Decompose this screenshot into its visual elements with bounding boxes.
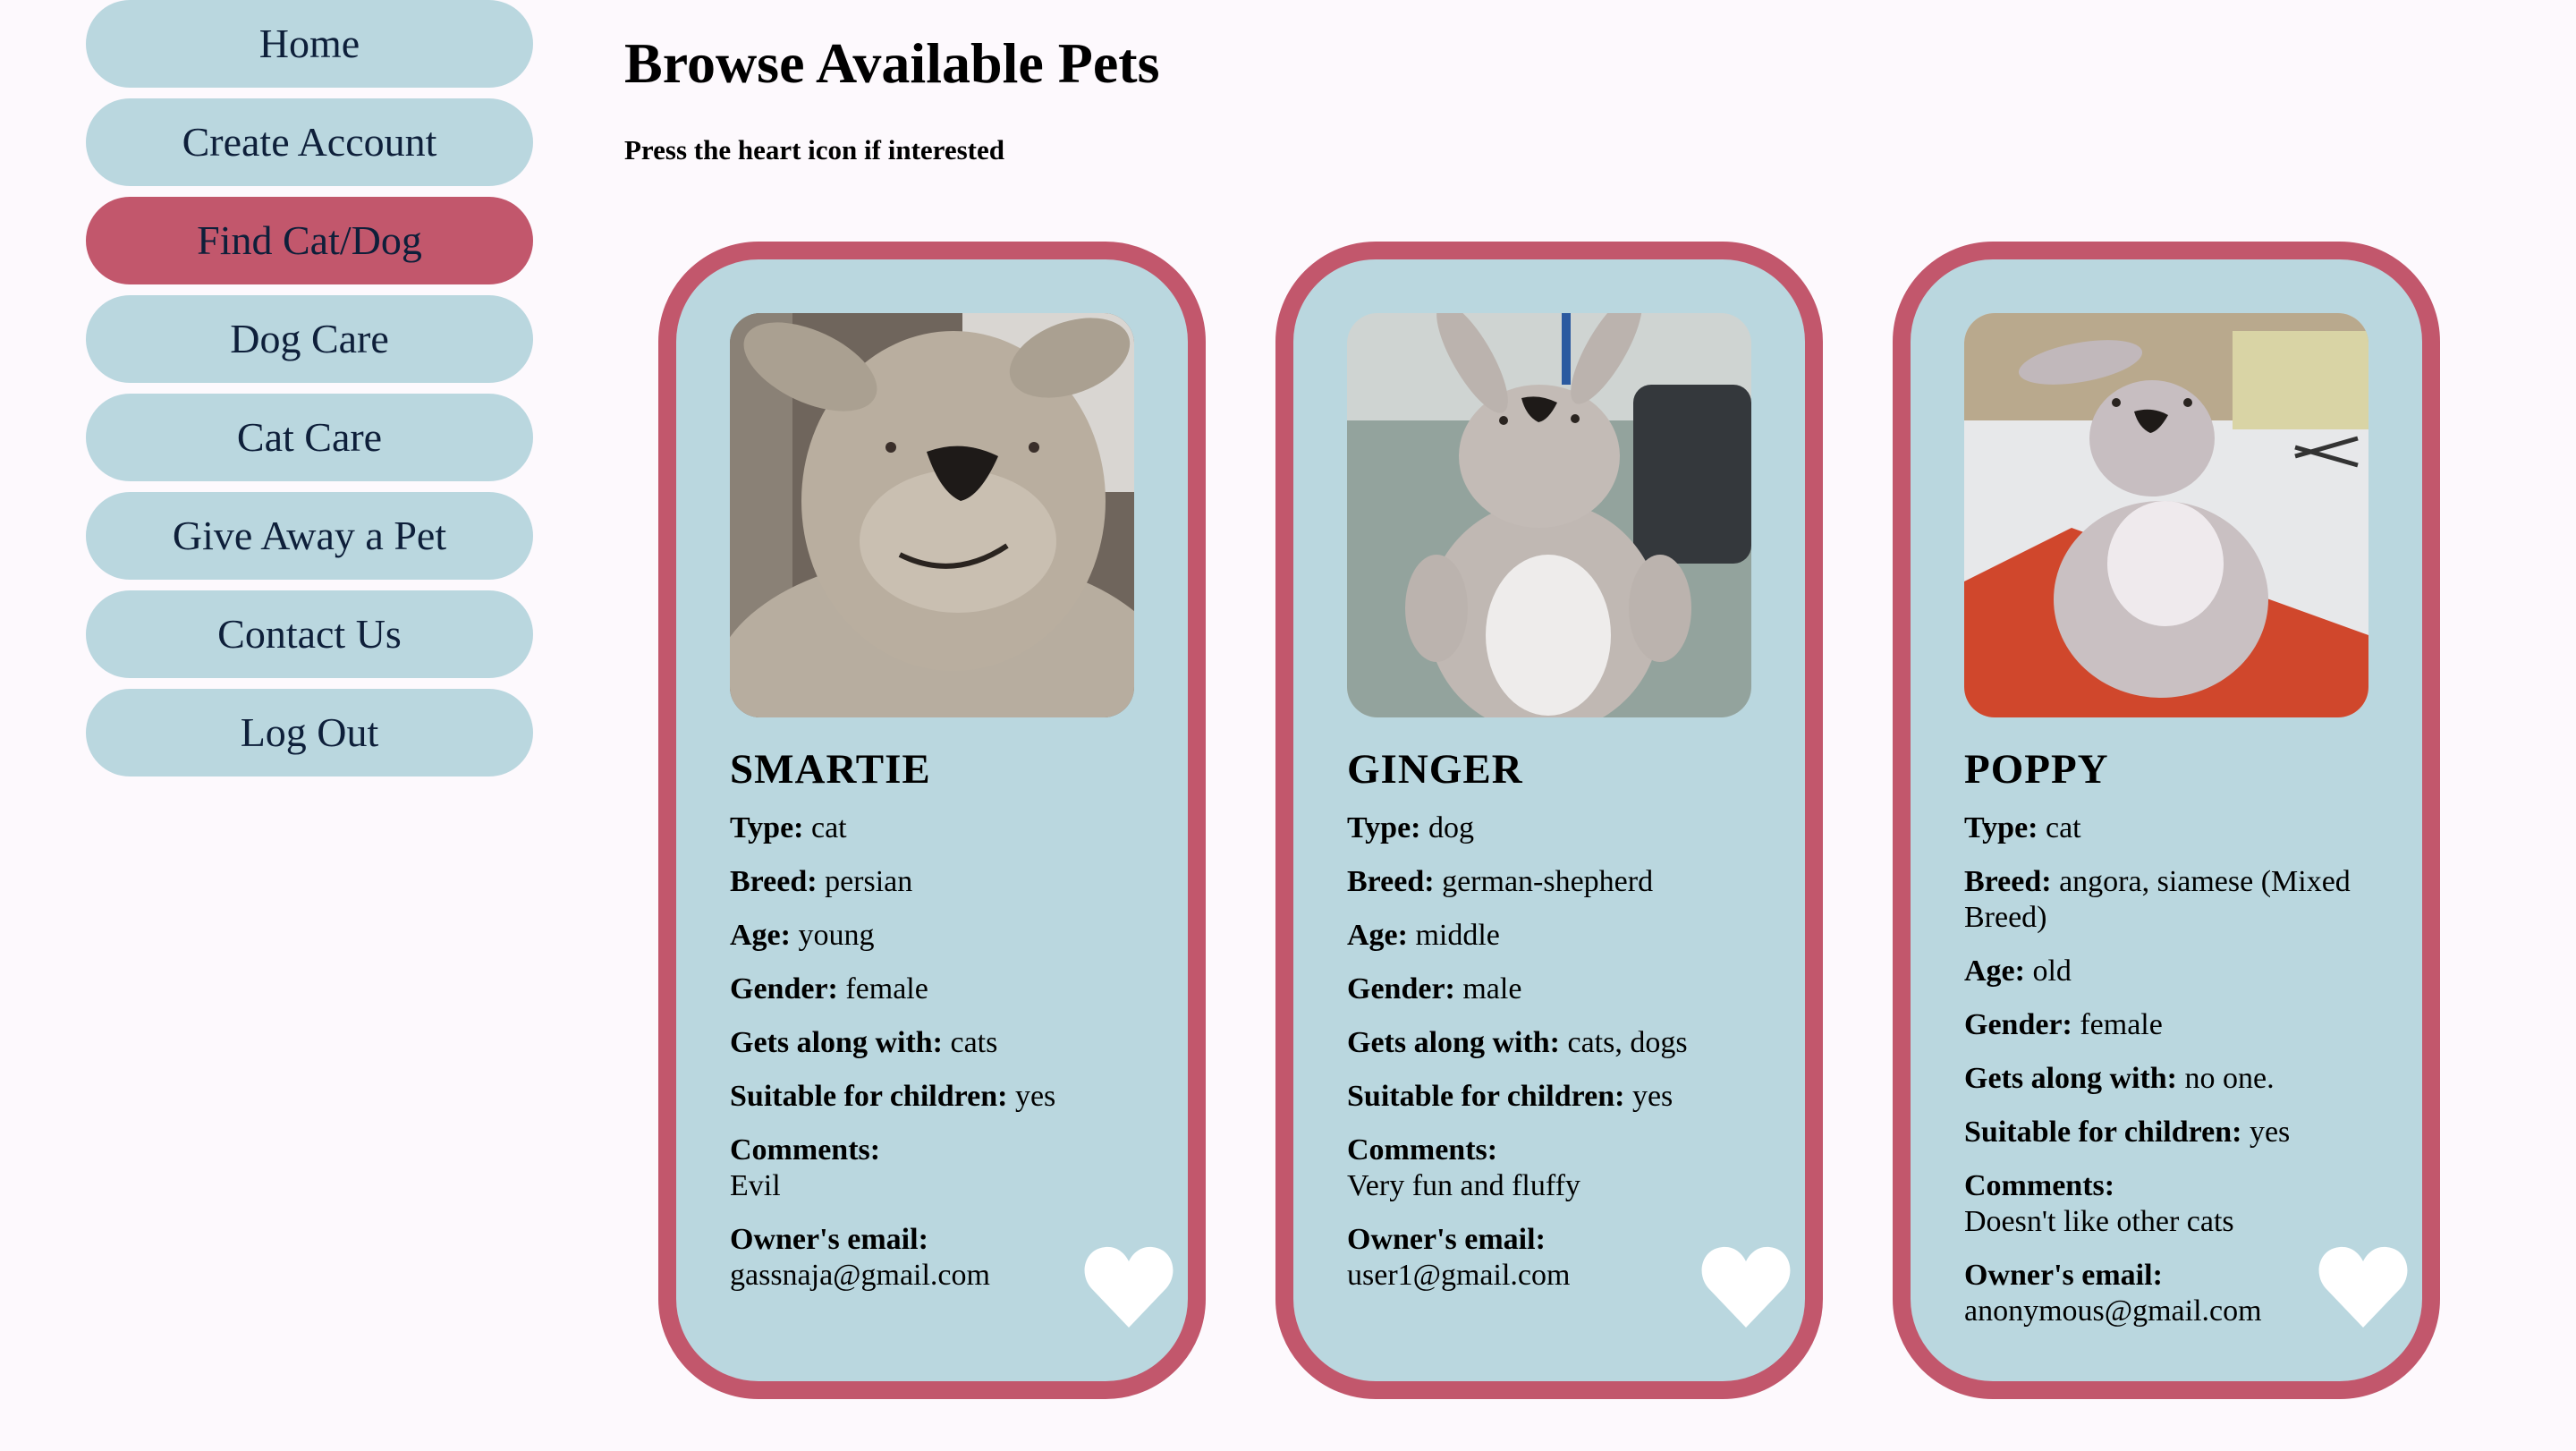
pet-age-row: Age: old xyxy=(1964,954,2376,989)
breed-label: Breed: xyxy=(1964,865,2052,898)
pet-suitable-row: Suitable for children: yes xyxy=(730,1079,1141,1115)
gender-label: Gender: xyxy=(1347,972,1455,1006)
type-label: Type: xyxy=(730,811,804,844)
comments-value: Doesn't like other cats xyxy=(1964,1205,2234,1238)
breed-label: Breed: xyxy=(730,865,818,898)
pet-email-row: Owner's email: gassnaja@gmail.com xyxy=(730,1222,1141,1294)
email-value: user1@gmail.com xyxy=(1347,1259,1571,1292)
suitable-label: Suitable for children: xyxy=(1964,1116,2242,1149)
age-value: old xyxy=(2032,955,2072,988)
gender-value: male xyxy=(1462,972,1522,1006)
breed-value: german-shepherd xyxy=(1442,865,1654,898)
comments-label: Comments: xyxy=(1964,1169,2115,1202)
pet-age-row: Age: middle xyxy=(1347,918,1758,954)
heart-icon[interactable] xyxy=(2317,1242,2410,1331)
pet-comments-row: Comments: Doesn't like other cats xyxy=(1964,1168,2376,1240)
age-value: middle xyxy=(1415,919,1500,952)
pet-email-row: Owner's email: anonymous@gmail.com xyxy=(1964,1258,2376,1329)
age-label: Age: xyxy=(730,919,791,952)
gets-along-label: Gets along with: xyxy=(730,1026,943,1059)
pet-gender-row: Gender: female xyxy=(1964,1007,2376,1043)
pet-breed-row: Breed: german-shepherd xyxy=(1347,864,1758,900)
nav-create-account-button[interactable]: Create Account xyxy=(86,98,533,186)
pet-gets-along-row: Gets along with: cats xyxy=(730,1025,1141,1061)
gender-label: Gender: xyxy=(1964,1008,2072,1041)
pet-comments-row: Comments: Very fun and fluffy xyxy=(1347,1133,1758,1204)
heart-icon[interactable] xyxy=(1082,1242,1175,1331)
nav-contact-us-button[interactable]: Contact Us xyxy=(86,590,533,678)
comments-label: Comments: xyxy=(730,1133,881,1167)
pet-name: SMARTIE xyxy=(730,746,931,793)
age-label: Age: xyxy=(1964,955,2025,988)
type-label: Type: xyxy=(1347,811,1421,844)
gets-along-label: Gets along with: xyxy=(1964,1062,2177,1095)
email-label: Owner's email: xyxy=(1964,1259,2163,1292)
gets-along-value: cats, dogs xyxy=(1567,1026,1688,1059)
age-label: Age: xyxy=(1347,919,1408,952)
gets-along-value: no one. xyxy=(2184,1062,2275,1095)
nav-find-cat-dog-button[interactable]: Find Cat/Dog xyxy=(86,197,533,284)
suitable-label: Suitable for children: xyxy=(1347,1080,1625,1113)
email-value: anonymous@gmail.com xyxy=(1964,1294,2262,1328)
pet-card-poppy: POPPY Type: cat Breed: angora, siamese (… xyxy=(1893,242,2440,1399)
type-value: cat xyxy=(810,811,847,844)
pet-card-smartie: SMARTIE Type: cat Breed: persian Age: yo… xyxy=(658,242,1206,1399)
type-label: Type: xyxy=(1964,811,2038,844)
comments-label: Comments: xyxy=(1347,1133,1498,1167)
gender-label: Gender: xyxy=(730,972,838,1006)
pet-breed-row: Breed: angora, siamese (Mixed Breed) xyxy=(1964,864,2376,936)
suitable-value: yes xyxy=(2249,1116,2291,1149)
type-value: cat xyxy=(2045,811,2081,844)
email-label: Owner's email: xyxy=(730,1223,928,1256)
comments-value: Evil xyxy=(730,1169,781,1202)
breed-label: Breed: xyxy=(1347,865,1435,898)
type-value: dog xyxy=(1428,811,1474,844)
pet-name: POPPY xyxy=(1964,746,2109,793)
suitable-value: yes xyxy=(1014,1080,1056,1113)
pet-details: Type: cat Breed: persian Age: young Gend… xyxy=(730,810,1141,1311)
pet-photo xyxy=(1347,313,1751,717)
email-value: gassnaja@gmail.com xyxy=(730,1259,990,1292)
page-title: Browse Available Pets xyxy=(624,31,1160,95)
pet-age-row: Age: young xyxy=(730,918,1141,954)
gender-value: female xyxy=(2080,1008,2163,1041)
pet-gets-along-row: Gets along with: no one. xyxy=(1964,1061,2376,1097)
nav-home-button[interactable]: Home xyxy=(86,0,533,88)
pet-comments-row: Comments: Evil xyxy=(730,1133,1141,1204)
pet-card-ginger: GINGER Type: dog Breed: german-shepherd … xyxy=(1275,242,1823,1399)
email-label: Owner's email: xyxy=(1347,1223,1546,1256)
pet-email-row: Owner's email: user1@gmail.com xyxy=(1347,1222,1758,1294)
pet-type-row: Type: dog xyxy=(1347,810,1758,846)
pet-gets-along-row: Gets along with: cats, dogs xyxy=(1347,1025,1758,1061)
pet-gender-row: Gender: male xyxy=(1347,972,1758,1007)
nav-give-away-pet-button[interactable]: Give Away a Pet xyxy=(86,492,533,580)
page-subtitle: Press the heart icon if interested xyxy=(624,134,1005,165)
pet-suitable-row: Suitable for children: yes xyxy=(1347,1079,1758,1115)
age-value: young xyxy=(798,919,875,952)
pet-details: Type: cat Breed: angora, siamese (Mixed … xyxy=(1964,810,2376,1347)
comments-value: Very fun and fluffy xyxy=(1347,1169,1580,1202)
pet-breed-row: Breed: persian xyxy=(730,864,1141,900)
heart-icon[interactable] xyxy=(1699,1242,1792,1331)
nav-dog-care-button[interactable]: Dog Care xyxy=(86,295,533,383)
gets-along-label: Gets along with: xyxy=(1347,1026,1560,1059)
suitable-label: Suitable for children: xyxy=(730,1080,1008,1113)
pet-details: Type: dog Breed: german-shepherd Age: mi… xyxy=(1347,810,1758,1311)
nav-log-out-button[interactable]: Log Out xyxy=(86,689,533,776)
suitable-value: yes xyxy=(1631,1080,1674,1113)
nav-cat-care-button[interactable]: Cat Care xyxy=(86,394,533,481)
gender-value: female xyxy=(845,972,928,1006)
pet-name: GINGER xyxy=(1347,746,1523,793)
pet-suitable-row: Suitable for children: yes xyxy=(1964,1115,2376,1150)
breed-value: persian xyxy=(825,865,913,898)
gets-along-value: cats xyxy=(950,1026,998,1059)
pet-type-row: Type: cat xyxy=(1964,810,2376,846)
pet-photo xyxy=(1964,313,2368,717)
pet-gender-row: Gender: female xyxy=(730,972,1141,1007)
pet-type-row: Type: cat xyxy=(730,810,1141,846)
pet-photo xyxy=(730,313,1134,717)
